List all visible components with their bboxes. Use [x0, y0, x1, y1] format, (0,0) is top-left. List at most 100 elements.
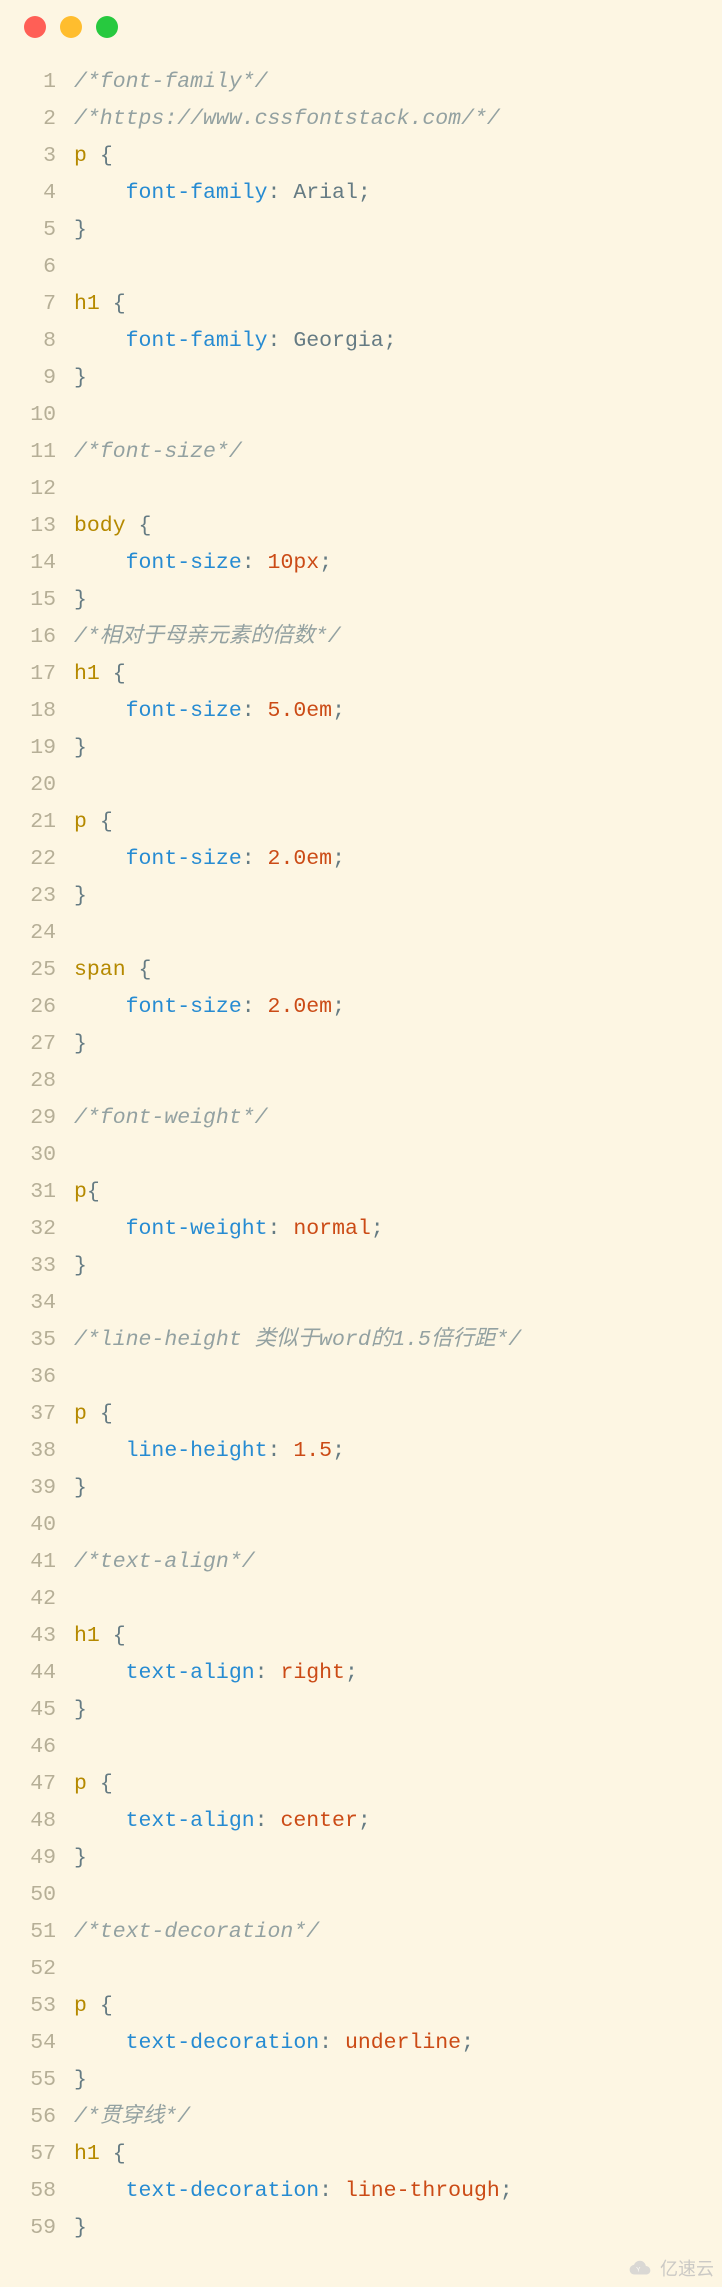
token-punct: ;: [332, 995, 345, 1019]
token-plain: [100, 292, 113, 316]
token-prop: font-weight: [126, 1217, 268, 1241]
code-line: 8 font-family: Georgia;: [0, 323, 722, 360]
token-plain: [74, 551, 126, 575]
line-content: font-size: 2.0em;: [74, 841, 722, 878]
token-brace: }: [74, 1846, 87, 1870]
line-content: }: [74, 1026, 722, 1063]
line-number: 54: [0, 2025, 74, 2062]
line-content: /*text-decoration*/: [74, 1914, 722, 1951]
line-content: text-decoration: underline;: [74, 2025, 722, 2062]
token-punct: :: [319, 2179, 332, 2203]
code-line: 51/*text-decoration*/: [0, 1914, 722, 1951]
token-punct: :: [268, 329, 281, 353]
line-number: 43: [0, 1618, 74, 1655]
token-brace: {: [113, 662, 126, 686]
line-content: [74, 1729, 722, 1766]
code-line: 39}: [0, 1470, 722, 1507]
token-punct: ;: [461, 2031, 474, 2055]
token-value: 1.5: [293, 1439, 332, 1463]
code-line: 58 text-decoration: line-through;: [0, 2173, 722, 2210]
token-selector: h1: [74, 2142, 100, 2166]
line-number: 17: [0, 656, 74, 693]
token-brace: {: [113, 292, 126, 316]
line-number: 45: [0, 1692, 74, 1729]
token-punct: ;: [332, 1439, 345, 1463]
token-comment: /*相对于母亲元素的倍数*/: [74, 625, 341, 649]
token-selector: p: [74, 810, 87, 834]
line-number: 23: [0, 878, 74, 915]
line-number: 32: [0, 1211, 74, 1248]
line-content: p {: [74, 1766, 722, 1803]
line-content: h1 {: [74, 2136, 722, 2173]
line-number: 25: [0, 952, 74, 989]
close-icon[interactable]: [24, 16, 46, 38]
line-number: 19: [0, 730, 74, 767]
line-number: 30: [0, 1137, 74, 1174]
token-plain: [255, 551, 268, 575]
token-brace: }: [74, 1032, 87, 1056]
code-line: 25span {: [0, 952, 722, 989]
token-brace: }: [74, 588, 87, 612]
token-plain: [74, 2179, 126, 2203]
line-content: [74, 397, 722, 434]
token-brace: {: [100, 1994, 113, 2018]
code-line: 12: [0, 471, 722, 508]
line-content: font-size: 2.0em;: [74, 989, 722, 1026]
token-plain: Arial: [280, 181, 357, 205]
code-line: 26 font-size: 2.0em;: [0, 989, 722, 1026]
token-prop: font-family: [126, 329, 268, 353]
line-content: }: [74, 1692, 722, 1729]
token-value: center: [280, 1809, 357, 1833]
token-punct: ;: [332, 699, 345, 723]
token-punct: :: [242, 995, 255, 1019]
token-comment: /*贯穿线*/: [74, 2105, 190, 2129]
line-number: 44: [0, 1655, 74, 1692]
token-brace: }: [74, 366, 87, 390]
maximize-icon[interactable]: [96, 16, 118, 38]
token-plain: [280, 1217, 293, 1241]
token-selector: h1: [74, 662, 100, 686]
line-content: }: [74, 1470, 722, 1507]
token-punct: ;: [500, 2179, 513, 2203]
code-line: 46: [0, 1729, 722, 1766]
line-content: [74, 767, 722, 804]
token-prop: font-size: [126, 699, 242, 723]
line-number: 48: [0, 1803, 74, 1840]
line-number: 40: [0, 1507, 74, 1544]
line-content: p {: [74, 1396, 722, 1433]
line-content: font-weight: normal;: [74, 1211, 722, 1248]
line-number: 27: [0, 1026, 74, 1063]
line-content: [74, 1951, 722, 1988]
token-punct: ;: [371, 1217, 384, 1241]
code-line: 35/*line-height 类似于word的1.5倍行距*/: [0, 1322, 722, 1359]
token-value: 10px: [268, 551, 320, 575]
code-line: 14 font-size: 10px;: [0, 545, 722, 582]
line-number: 34: [0, 1285, 74, 1322]
token-plain: [126, 958, 139, 982]
token-plain: [255, 847, 268, 871]
code-line: 15}: [0, 582, 722, 619]
token-prop: text-decoration: [126, 2179, 320, 2203]
token-selector: p: [74, 144, 87, 168]
token-prop: text-align: [126, 1661, 255, 1685]
line-number: 37: [0, 1396, 74, 1433]
token-plain: [74, 1661, 126, 1685]
line-content: font-size: 5.0em;: [74, 693, 722, 730]
code-line: 42: [0, 1581, 722, 1618]
line-content: [74, 1877, 722, 1914]
token-value: 2.0em: [268, 995, 333, 1019]
token-brace: {: [139, 514, 152, 538]
code-line: 47p {: [0, 1766, 722, 1803]
line-content: p{: [74, 1174, 722, 1211]
line-content: [74, 915, 722, 952]
token-plain: [74, 1217, 126, 1241]
line-content: [74, 1359, 722, 1396]
token-value: normal: [293, 1217, 370, 1241]
code-line: 22 font-size: 2.0em;: [0, 841, 722, 878]
token-punct: :: [242, 699, 255, 723]
line-content: }: [74, 360, 722, 397]
minimize-icon[interactable]: [60, 16, 82, 38]
code-line: 54 text-decoration: underline;: [0, 2025, 722, 2062]
code-line: 33}: [0, 1248, 722, 1285]
token-punct: :: [242, 551, 255, 575]
